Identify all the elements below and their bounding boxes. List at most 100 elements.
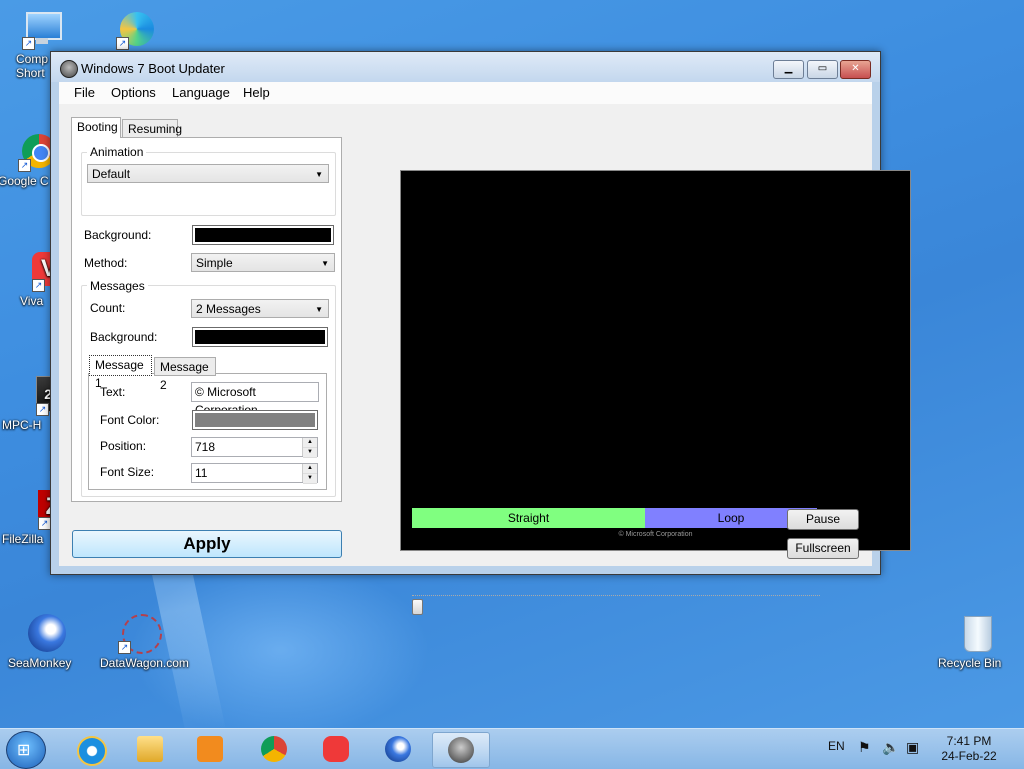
menu-file[interactable]: File <box>74 85 95 100</box>
chevron-down-icon: ▼ <box>315 170 323 179</box>
playback-slider[interactable] <box>412 593 820 615</box>
taskbar-vivaldi[interactable] <box>310 732 362 766</box>
messages-background-label: Background: <box>90 330 158 344</box>
window-client: File Options Language Help Booting Resum… <box>59 82 911 615</box>
apply-button[interactable]: Apply <box>72 530 342 558</box>
animation-select[interactable]: Default ▼ <box>87 164 329 183</box>
background-color-picker[interactable] <box>192 225 334 245</box>
taskbar-chrome[interactable] <box>248 732 300 766</box>
taskbar: ⊞ EN ⚑ 🔈 ▣ 7:41 PM 24-Feb-22 <box>0 728 1024 769</box>
straight-segment[interactable]: Straight <box>412 508 645 528</box>
recycle-bin-icon <box>956 614 996 654</box>
position-spin-buttons[interactable]: ▲ ▼ <box>302 438 317 458</box>
spin-up-icon[interactable]: ▲ <box>303 438 317 448</box>
spin-down-icon[interactable]: ▼ <box>303 448 317 458</box>
vivaldi-icon <box>323 736 349 762</box>
desktop-icon-label: MPC-H <box>2 418 42 432</box>
clock[interactable]: 7:41 PM 24-Feb-22 <box>936 734 1002 764</box>
preview-message: © Microsoft Corporation <box>618 531 693 538</box>
desktop-icon-label: Recycle Bin <box>938 656 1002 670</box>
background-color-swatch <box>195 228 331 242</box>
method-select[interactable]: Simple ▼ <box>191 253 335 272</box>
tab-message-2[interactable]: Message 2 <box>154 357 216 392</box>
menu-language[interactable]: Language <box>172 85 230 100</box>
background-label: Background: <box>84 228 152 242</box>
taskbar-ie[interactable] <box>64 732 116 766</box>
desktop-icon-label: Google C <box>0 174 49 188</box>
position-stepper[interactable]: 718 ▲ ▼ <box>191 437 318 458</box>
menu-bar: File Options Language Help <box>59 82 872 104</box>
animation-group <box>81 152 336 216</box>
desktop-icon-recycle-bin[interactable]: Recycle Bin <box>938 614 1014 670</box>
action-center-icon[interactable]: ⚑ <box>858 739 871 756</box>
position-value: 718 <box>195 440 216 454</box>
app-icon <box>60 60 78 78</box>
pause-button[interactable]: Pause <box>787 509 859 530</box>
taskbar-seamonkey[interactable] <box>372 732 424 766</box>
font-color-picker[interactable] <box>192 410 318 430</box>
menu-help[interactable]: Help <box>243 85 270 100</box>
font-color-swatch <box>195 413 315 427</box>
desktop-icon-label: FileZilla <box>2 532 44 546</box>
desktop-icon-seamonkey[interactable]: SeaMonkey <box>8 614 84 670</box>
count-label: Count: <box>90 301 126 315</box>
window-title: Windows 7 Boot Updater <box>81 61 225 76</box>
edge-icon: ↗ <box>116 10 156 50</box>
taskbar-media[interactable] <box>184 732 236 766</box>
animation-value: Default <box>92 167 131 181</box>
animation-group-label: Animation <box>87 145 147 159</box>
message-text-input[interactable]: © Microsoft Corporation <box>191 382 319 417</box>
desktop-icon-edge[interactable]: ↗ <box>98 10 174 52</box>
desktop-icon-label: SeaMonkey <box>8 656 72 670</box>
computer-icon: ↗ <box>22 10 62 50</box>
slider-track <box>412 595 820 596</box>
taskbar-explorer[interactable] <box>124 732 176 766</box>
internet-explorer-icon <box>77 736 107 766</box>
method-value: Simple <box>196 256 233 270</box>
font-size-value: 11 <box>195 466 208 480</box>
minimize-button[interactable]: ▁ <box>773 60 804 79</box>
messages-background-color-picker[interactable] <box>192 327 328 347</box>
menu-options[interactable]: Options <box>111 85 156 100</box>
position-label: Position: <box>100 439 147 453</box>
desktop-icon-label: Comp Short <box>16 52 49 80</box>
desktop-icon-datawagon[interactable]: ↗ DataWagon.com <box>100 614 189 670</box>
title-bar[interactable]: Windows 7 Boot Updater ▁ ▭ ✕ <box>51 52 880 82</box>
message-count-select[interactable]: 2 Messages ▼ <box>191 299 329 318</box>
minimize-icon: ▁ <box>784 63 793 74</box>
start-button[interactable]: ⊞ <box>6 731 46 769</box>
tab-booting[interactable]: Booting <box>71 117 121 138</box>
language-indicator[interactable]: EN <box>828 739 845 753</box>
tab-message-1[interactable]: Message 1 <box>89 355 152 390</box>
close-button[interactable]: ✕ <box>840 60 871 79</box>
boot-preview: © Microsoft Corporation <box>400 170 911 551</box>
slider-thumb[interactable] <box>412 599 423 615</box>
volume-icon[interactable]: 🔈 <box>882 739 899 756</box>
font-size-label: Font Size: <box>100 465 155 479</box>
method-label: Method: <box>84 256 128 270</box>
maximize-button[interactable]: ▭ <box>807 60 838 79</box>
text-label: Text: <box>100 385 126 399</box>
tab-resuming[interactable]: Resuming <box>122 119 182 138</box>
datawagon-icon: ↗ <box>118 614 162 654</box>
desktop-icon-computer[interactable]: ↗ Comp Short <box>4 10 80 80</box>
desktop-icon-label: DataWagon.com <box>100 656 189 670</box>
font-color-label: Font Color: <box>100 413 160 427</box>
spin-up-icon[interactable]: ▲ <box>303 464 317 474</box>
fullscreen-button[interactable]: Fullscreen <box>787 538 859 559</box>
font-size-stepper[interactable]: 11 ▲ ▼ <box>191 463 318 484</box>
network-icon[interactable]: ▣ <box>906 739 919 756</box>
app-window: Windows 7 Boot Updater ▁ ▭ ✕ File Option… <box>50 51 911 615</box>
taskbar-boot-updater[interactable] <box>432 732 490 768</box>
font-size-spin-buttons[interactable]: ▲ ▼ <box>302 464 317 484</box>
maximize-icon: ▭ <box>817 63 828 74</box>
close-icon: ✕ <box>851 63 860 74</box>
chevron-down-icon: ▼ <box>321 259 329 268</box>
messages-group-label: Messages <box>87 279 148 293</box>
desktop-icon-label: Viva <box>20 294 44 308</box>
spin-down-icon[interactable]: ▼ <box>303 474 317 484</box>
windows-logo-icon: ⊞ <box>17 740 31 759</box>
seamonkey-icon <box>26 614 66 654</box>
clock-time: 7:41 PM <box>946 734 992 748</box>
boot-updater-icon <box>448 737 474 763</box>
